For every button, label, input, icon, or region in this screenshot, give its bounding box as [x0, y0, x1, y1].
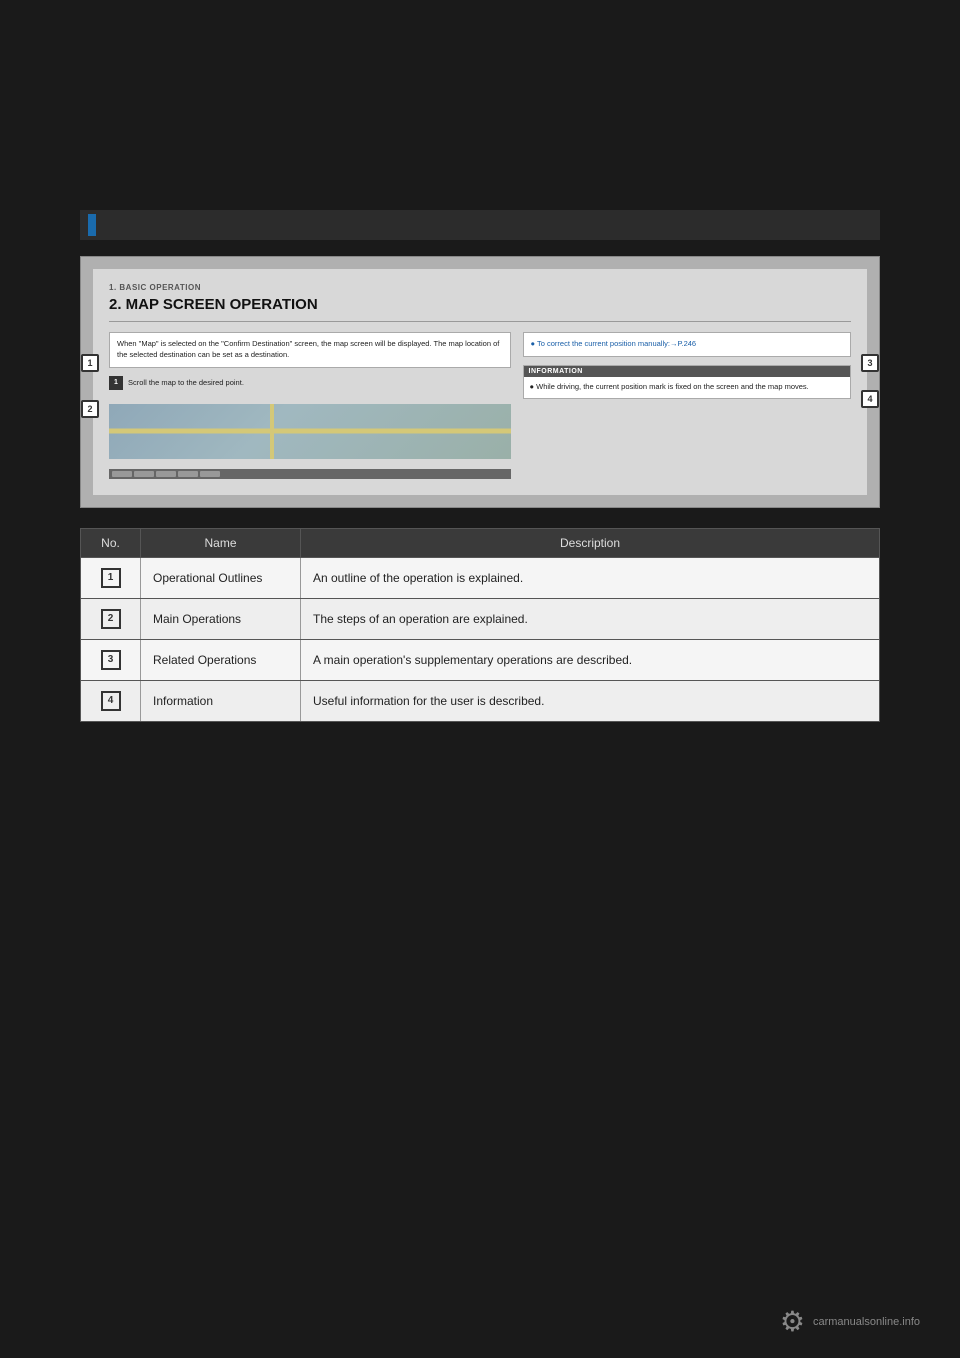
row2-no: 2	[81, 599, 141, 639]
map-inner	[109, 404, 511, 459]
operational-outline-box: When "Map" is selected on the "Confirm D…	[109, 332, 511, 368]
related-operations-box: ● To correct the current position manual…	[523, 332, 852, 357]
map-ctrl-1	[112, 471, 132, 477]
row4-name: Information	[141, 681, 301, 721]
step-text-1: Scroll the map to the desired point.	[128, 376, 244, 387]
number-badge-1: 1	[101, 568, 121, 588]
manual-left-col: When "Map" is selected on the "Confirm D…	[109, 332, 511, 479]
number-badge-4: 4	[101, 691, 121, 711]
section-header	[80, 210, 880, 240]
map-road-horizontal	[109, 429, 511, 434]
col-header-name: Name	[141, 529, 301, 557]
watermark-icon: ⚙	[780, 1305, 805, 1338]
manual-right-col: ● To correct the current position manual…	[523, 332, 852, 479]
map-controls-bar	[109, 469, 511, 479]
callout-1: 1	[81, 354, 99, 372]
map-road-vertical	[270, 404, 274, 459]
page: 1. BASIC OPERATION 2. MAP SCREEN OPERATI…	[0, 0, 960, 1358]
col-header-no: No.	[81, 529, 141, 557]
callout-2: 2	[81, 400, 99, 418]
watermark: ⚙ carmanualsonline.info	[780, 1305, 920, 1338]
row1-no: 1	[81, 558, 141, 598]
table-row: 3 Related Operations A main operation's …	[81, 639, 879, 680]
manual-content-row: When "Map" is selected on the "Confirm D…	[109, 332, 851, 479]
row4-description: Useful information for the user is descr…	[301, 681, 879, 721]
table-row: 2 Main Operations The steps of an operat…	[81, 598, 879, 639]
row3-no: 3	[81, 640, 141, 680]
manual-title: 2. MAP SCREEN OPERATION	[109, 296, 851, 322]
manual-step-row: 1 Scroll the map to the desired point.	[109, 376, 511, 390]
info-box-content: ● While driving, the current position ma…	[524, 377, 851, 398]
map-ctrl-3	[156, 471, 176, 477]
section-header-bar	[88, 214, 96, 236]
row1-description: An outline of the operation is explained…	[301, 558, 879, 598]
info-box-header: INFORMATION	[524, 366, 851, 377]
callout-4: 4	[861, 390, 879, 408]
row2-description: The steps of an operation are explained.	[301, 599, 879, 639]
manual-screenshot: 1. BASIC OPERATION 2. MAP SCREEN OPERATI…	[80, 256, 880, 508]
operations-table: No. Name Description 1 Operational Outli…	[80, 528, 880, 722]
watermark-text: carmanualsonline.info	[813, 1316, 920, 1328]
number-badge-2: 2	[101, 609, 121, 629]
row3-description: A main operation's supplementary operati…	[301, 640, 879, 680]
step-number-1: 1	[109, 376, 123, 390]
map-ctrl-5	[200, 471, 220, 477]
row2-name: Main Operations	[141, 599, 301, 639]
callout-3: 3	[861, 354, 879, 372]
manual-section-label: 1. BASIC OPERATION	[109, 283, 851, 292]
info-box: INFORMATION ● While driving, the current…	[523, 365, 852, 399]
manual-inner: 1. BASIC OPERATION 2. MAP SCREEN OPERATI…	[93, 269, 867, 495]
table-row: 1 Operational Outlines An outline of the…	[81, 557, 879, 598]
map-ctrl-2	[134, 471, 154, 477]
row1-name: Operational Outlines	[141, 558, 301, 598]
col-header-description: Description	[301, 529, 879, 557]
table-header-row: No. Name Description	[81, 529, 879, 557]
content-area: 1. BASIC OPERATION 2. MAP SCREEN OPERATI…	[80, 210, 880, 722]
number-badge-3: 3	[101, 650, 121, 670]
row4-no: 4	[81, 681, 141, 721]
map-placeholder	[109, 404, 511, 459]
table-row: 4 Information Useful information for the…	[81, 680, 879, 721]
map-ctrl-4	[178, 471, 198, 477]
row3-name: Related Operations	[141, 640, 301, 680]
